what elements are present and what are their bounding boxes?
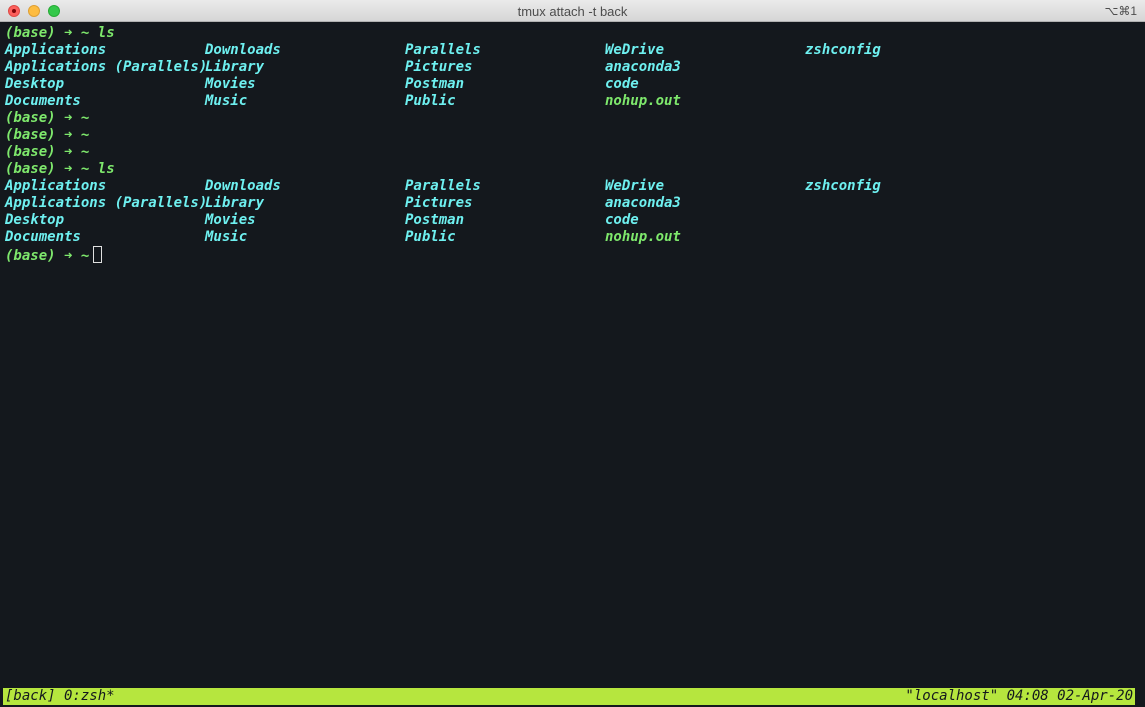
- current-prompt-line[interactable]: (base) ➜ ~: [5, 246, 1145, 264]
- listing-row: Applications (Parallels) Library Picture…: [5, 195, 1145, 212]
- prompt-dir: ~: [80, 248, 90, 264]
- listing-row: Documents Music Public nohup.out: [5, 229, 1145, 246]
- listing-item: Parallels: [405, 42, 481, 58]
- listing-item: code: [605, 76, 639, 92]
- listing-item: Postman: [405, 76, 465, 92]
- listing-item: Public: [405, 93, 456, 109]
- prompt-env: (base): [5, 144, 56, 160]
- status-host-time: "localhost" 04:08 02-Apr-20: [905, 688, 1133, 704]
- cursor: [93, 246, 103, 263]
- listing-item: Documents: [5, 229, 81, 245]
- prompt-arrow-icon: ➜: [64, 110, 73, 126]
- prompt-arrow-icon: ➜: [64, 161, 73, 177]
- prompt-env: (base): [5, 248, 56, 264]
- prompt-line: (base) ➜ ~: [5, 127, 1145, 144]
- listing-item: Library: [205, 59, 265, 75]
- prompt-arrow-icon: ➜: [64, 25, 73, 41]
- prompt-line: (base) ➜ ~: [5, 110, 1145, 127]
- listing-item: Applications: [5, 178, 107, 194]
- prompt-dir: ~: [80, 161, 90, 177]
- listing-item: Movies: [205, 212, 256, 228]
- listing-item: Documents: [5, 93, 81, 109]
- listing-item: Public: [405, 229, 456, 245]
- listing-item: Pictures: [405, 59, 473, 75]
- window-shortcut: ⌥⌘1: [1104, 4, 1137, 18]
- command-text: ls: [97, 161, 115, 177]
- listing-item: nohup.out: [605, 93, 681, 109]
- prompt-line: (base) ➜ ~ ls: [5, 25, 1145, 42]
- prompt-arrow-icon: ➜: [64, 127, 73, 143]
- prompt-dir: ~: [80, 127, 90, 143]
- terminal-window: tmux attach -t back ⌥⌘1 (base) ➜ ~ ls Ap…: [0, 0, 1145, 707]
- prompt-env: (base): [5, 110, 56, 126]
- prompt-env: (base): [5, 127, 56, 143]
- listing-item: Music: [205, 93, 248, 109]
- listing-item: anaconda3: [605, 59, 681, 75]
- listing-item: Movies: [205, 76, 256, 92]
- terminal-output[interactable]: (base) ➜ ~ ls Applications Downloads Par…: [5, 25, 1145, 264]
- listing-row: Documents Music Public nohup.out: [5, 93, 1145, 110]
- listing-item: Pictures: [405, 195, 473, 211]
- listing-item: Applications: [5, 42, 107, 58]
- listing-item: code: [605, 212, 639, 228]
- listing-item: Library: [205, 195, 265, 211]
- listing-item: Postman: [405, 212, 465, 228]
- listing-item: zshconfig: [805, 178, 881, 194]
- status-session-window[interactable]: [back] 0:zsh*: [5, 688, 115, 705]
- listing-item: nohup.out: [605, 229, 681, 245]
- listing-row: Desktop Movies Postman code: [5, 212, 1145, 229]
- listing-item: WeDrive: [605, 42, 665, 58]
- listing-item: Applications (Parallels): [5, 59, 208, 75]
- prompt-dir: ~: [80, 144, 90, 160]
- listing-item: Downloads: [205, 178, 281, 194]
- listing-row: Applications (Parallels) Library Picture…: [5, 59, 1145, 76]
- listing-item: WeDrive: [605, 178, 665, 194]
- listing-item: Music: [205, 229, 248, 245]
- command-text: ls: [97, 25, 115, 41]
- listing-item: Applications (Parallels): [5, 195, 208, 211]
- title-bar[interactable]: tmux attach -t back ⌥⌘1: [0, 0, 1145, 22]
- prompt-dir: ~: [80, 110, 90, 126]
- listing-row: Desktop Movies Postman code: [5, 76, 1145, 93]
- listing-item: anaconda3: [605, 195, 681, 211]
- listing-row: Applications Downloads Parallels WeDrive…: [5, 178, 1145, 195]
- tmux-status-bar: [back] 0:zsh* "localhost" 04:08 02-Apr-2…: [3, 688, 1135, 705]
- listing-row: Applications Downloads Parallels WeDrive…: [5, 42, 1145, 59]
- prompt-dir: ~: [80, 25, 90, 41]
- prompt-line: (base) ➜ ~ ls: [5, 161, 1145, 178]
- prompt-env: (base): [5, 25, 56, 41]
- listing-item: Parallels: [405, 178, 481, 194]
- listing-item: Desktop: [5, 76, 65, 92]
- prompt-arrow-icon: ➜: [64, 144, 73, 160]
- prompt-arrow-icon: ➜: [64, 248, 73, 264]
- window-title: tmux attach -t back: [517, 4, 628, 19]
- prompt-line: (base) ➜ ~: [5, 144, 1145, 161]
- listing-item: Desktop: [5, 212, 65, 228]
- listing-item: Downloads: [205, 42, 281, 58]
- prompt-env: (base): [5, 161, 56, 177]
- listing-item: zshconfig: [805, 42, 881, 58]
